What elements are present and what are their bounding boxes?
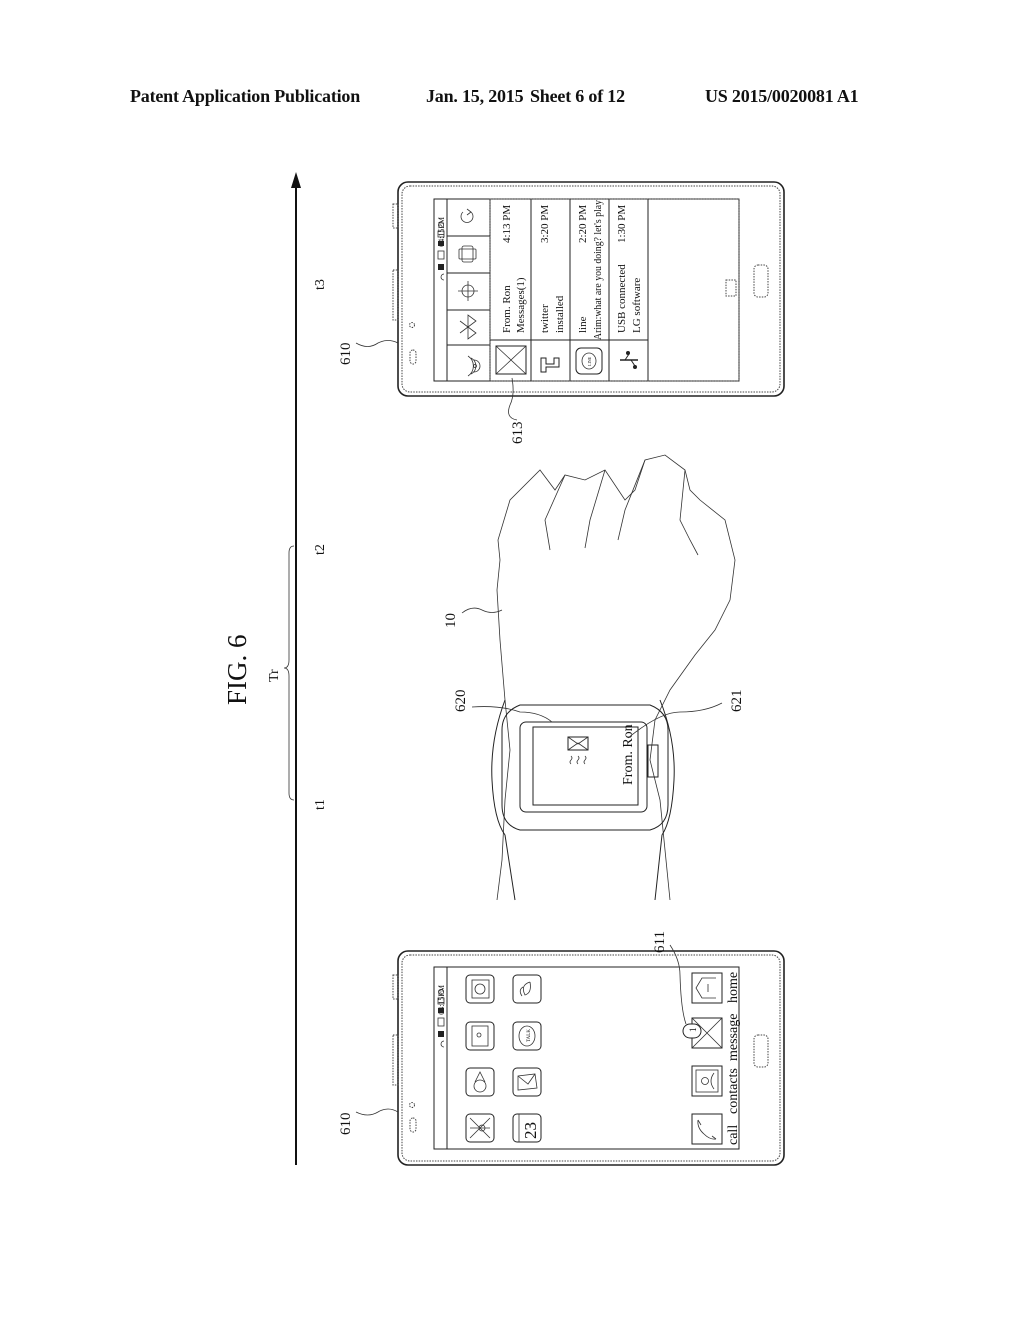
speaker-grille [725,279,737,297]
notification-title: twitter [539,304,551,333]
ref-620: 620 [453,690,469,713]
talk-icon[interactable]: TALK [512,1021,542,1051]
earpiece [409,1117,417,1133]
svg-text:23: 23 [521,1122,540,1139]
camera-icon[interactable] [465,974,495,1004]
ref-610-right: 610 [338,343,354,366]
dock-call[interactable]: call [691,1113,741,1145]
notification-time: 3:20 PM [539,205,551,243]
home-icon [691,972,723,1004]
ref-611: 611 [652,931,668,953]
notification-subtitle: LG software [631,278,643,333]
notification-item[interactable]: twitter installed 3:20 PM [539,205,566,373]
twitter-icon [540,357,560,373]
notification-item[interactable]: LINE line Arim:what are you doing? let's… [575,199,604,375]
dock-label: contacts [726,1068,741,1114]
pin-icon[interactable] [465,1067,495,1097]
front-camera [409,322,415,328]
figure-drawing: FIG. 6 Tr t1 t2 t3 04:15PM From. Ron Mes… [222,172,785,1166]
notification-title: USB connected [616,264,628,333]
dock-label: message [726,1014,741,1061]
timeline: Tr t1 t2 t3 [267,172,328,1165]
status-icons [437,221,445,281]
svg-text:TALK: TALK [527,1029,532,1042]
notification-title: line [577,316,589,333]
usb-icon [620,351,638,369]
notification-time: 1:30 PM [616,205,628,243]
ref-10: 10 [443,613,459,628]
tr-bracket [283,545,295,801]
rotate-icon[interactable] [458,245,477,263]
ref-613: 613 [510,422,526,445]
notification-subtitle: Messages(1) [515,277,527,333]
dock-label: call [726,1125,741,1145]
tv-icon[interactable] [465,1021,495,1051]
phone-home-screen: 04:15PM TALK 23 home 1 message contacts … [338,931,785,1166]
front-camera [409,1102,415,1108]
figure-title: FIG. 6 [222,634,252,705]
timeline-arrowhead [291,172,301,188]
t3-label: t3 [313,279,328,290]
notification-item[interactable]: From. Ron Messages(1) 4:13 PM [495,205,527,375]
map-icon[interactable] [465,1113,495,1143]
notification-title: From. Ron [501,285,513,333]
dock-home[interactable]: home [691,972,741,1004]
gps-icon[interactable] [458,281,478,301]
ref-610-left: 610 [338,1113,354,1136]
home-button[interactable] [753,264,769,298]
dock-message[interactable]: 1 message [682,1014,741,1061]
phone-notification-screen: 04:15PM From. Ron Messages(1) 4:13 PM tw… [338,181,785,445]
calendar-icon[interactable]: 23 [512,1113,542,1143]
notification-item[interactable]: USB connected LG software 1:30 PM [616,205,643,369]
badge-count: 1 [688,1028,698,1033]
hand-outline [496,454,736,901]
phone-bezel [401,954,781,1162]
wifi-icon[interactable] [467,355,481,377]
svg-text:LINE: LINE [587,356,592,366]
mail-open-icon[interactable] [512,1067,542,1097]
wrist-with-watch: From. Ron 10 620 621 [443,454,745,901]
tr-label: Tr [267,669,282,682]
notification-subtitle: Arim:what are you doing? let's play [593,199,604,340]
notification-subtitle: installed [554,295,566,333]
t2-label: t2 [313,544,328,555]
contacts-icon [691,1065,723,1097]
notification-time: 4:13 PM [501,205,513,243]
earpiece [409,349,417,365]
sync-icon[interactable] [460,208,474,223]
bluetooth-icon[interactable] [459,314,477,340]
status-icons [437,989,445,1048]
dock-label: home [726,972,741,1003]
t1-label: t1 [313,799,328,810]
home-button[interactable] [753,1034,769,1068]
phone-icon [691,1113,723,1145]
plant-icon[interactable] [512,974,542,1004]
ref-621: 621 [729,690,745,713]
notification-time: 2:20 PM [577,205,589,243]
dock-contacts[interactable]: contacts [691,1065,741,1114]
